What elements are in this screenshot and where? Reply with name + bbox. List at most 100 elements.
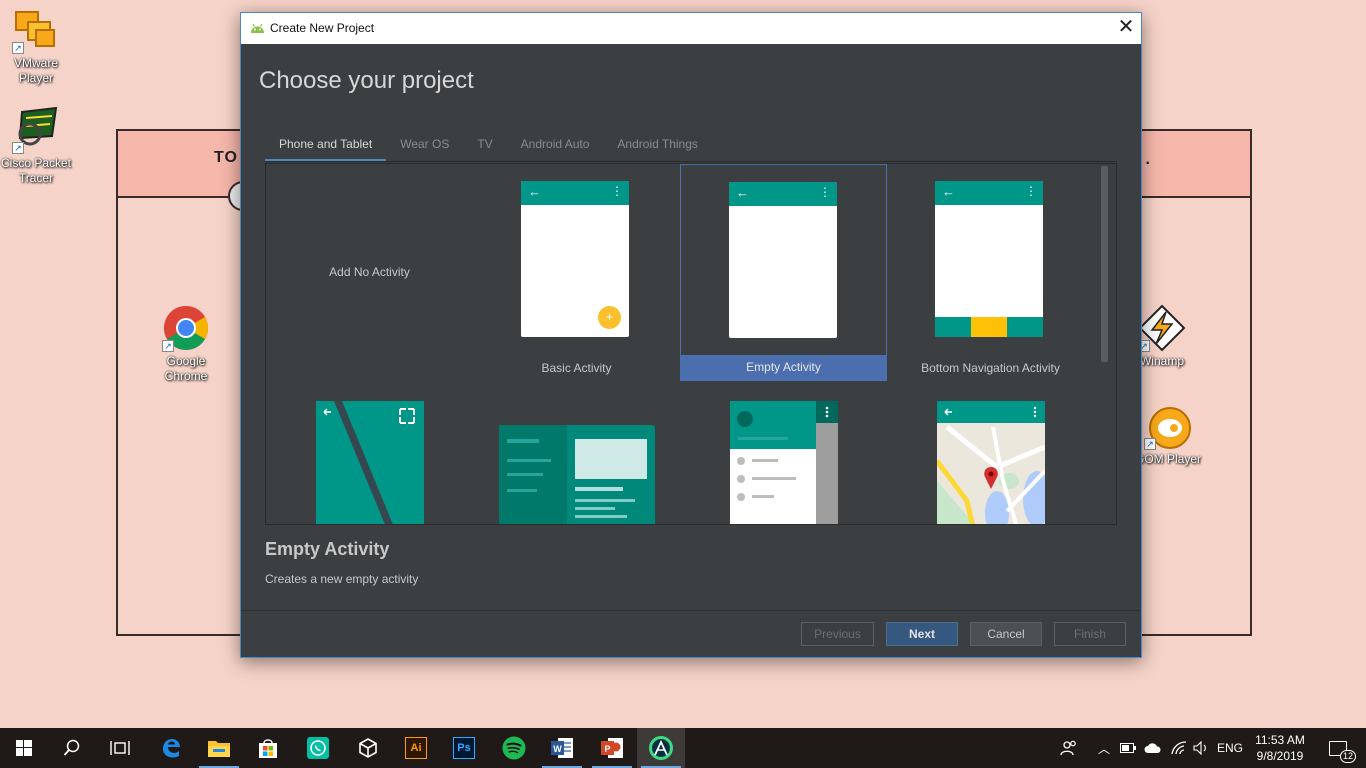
template-label: Empty Activity	[681, 355, 886, 380]
tab-tv[interactable]: TV	[463, 131, 506, 161]
desktop-icon-label: Cisco Packet Tracer	[0, 156, 72, 185]
notification-count-badge: 12	[1339, 749, 1356, 763]
tab-phone-and-tablet[interactable]: Phone and Tablet	[265, 131, 387, 161]
show-hidden-icons-button[interactable]: ︿	[1094, 728, 1114, 768]
template-fullscreen-activity[interactable]	[316, 401, 424, 524]
close-button[interactable]: ✕	[1111, 13, 1141, 44]
task-view-icon	[110, 741, 130, 755]
cancel-button[interactable]: Cancel	[970, 622, 1042, 646]
input-language-button[interactable]: ENG	[1214, 728, 1246, 768]
svg-text:P: P	[604, 744, 610, 754]
taskbar-illustrator[interactable]: Ai	[392, 728, 440, 768]
taskbar-whatsapp[interactable]	[294, 728, 342, 768]
taskbar-word[interactable]: W	[538, 728, 586, 768]
selected-template-description: Creates a new empty activity	[265, 572, 419, 586]
template-gallery: Add No Activity ← ⋮ + Basic Activity ← ⋮ E…	[265, 163, 1117, 525]
tab-wear-os[interactable]: Wear OS	[386, 131, 463, 161]
template-empty-activity[interactable]: ← ⋮ Empty Activity	[680, 164, 887, 381]
winamp-icon: ↗	[1138, 304, 1186, 352]
overflow-menu-icon: ⋮	[819, 185, 831, 199]
action-center-button[interactable]: 12	[1318, 728, 1358, 768]
overflow-menu-icon: ⋮	[1025, 184, 1037, 198]
bottom-navigation-preview: ← ⋮	[935, 181, 1043, 337]
taskbar-powerpoint[interactable]: P	[588, 728, 636, 768]
taskbar-edge[interactable]	[147, 728, 195, 768]
desktop-icon-chrome[interactable]: ↗ Google Chrome	[146, 304, 226, 384]
tabs-divider	[265, 161, 1117, 162]
overflow-menu-icon: ⋮	[611, 184, 623, 198]
next-button[interactable]: Next	[886, 622, 958, 646]
selected-template-title: Empty Activity	[265, 539, 390, 559]
template-bottom-navigation-activity[interactable]: ← ⋮ Bottom Navigation Activity	[887, 164, 1094, 381]
battery-icon	[1120, 743, 1136, 753]
powerpoint-icon: P	[601, 738, 623, 758]
clock-time: 11:53 AM	[1255, 733, 1305, 747]
vmware-icon: ↗	[12, 6, 60, 54]
fab-plus-icon: +	[598, 306, 621, 329]
tab-android-things[interactable]: Android Things	[603, 131, 712, 161]
packet-tracer-icon: ↗	[12, 106, 60, 154]
taskbar-clock[interactable]: 11:53 AM 9/8/2019	[1246, 732, 1314, 764]
close-icon: ✕	[1117, 16, 1135, 38]
wifi-button[interactable]	[1168, 728, 1190, 768]
fullscreen-activity-preview	[316, 401, 424, 524]
taskbar-unity[interactable]	[344, 728, 392, 768]
template-google-maps-activity[interactable]	[935, 401, 1051, 524]
task-view-button[interactable]	[96, 728, 144, 768]
onedrive-button[interactable]	[1142, 728, 1164, 768]
taskbar-android-studio[interactable]	[637, 728, 685, 768]
back-arrow-icon: ←	[528, 184, 541, 199]
windows-logo-icon	[16, 740, 32, 756]
taskbar-photoshop[interactable]: Ps	[440, 728, 488, 768]
android-studio-icon	[649, 736, 673, 760]
taskbar: Ai Ps W P ︿ ENG 11:53 AM 9/8/2019 12	[0, 728, 1366, 768]
speaker-icon	[1193, 741, 1206, 755]
android-icon	[250, 21, 265, 39]
edge-icon	[163, 739, 180, 758]
desktop-icon-vmware[interactable]: ↗ VMware Player	[0, 6, 76, 86]
chrome-icon: ↗	[162, 304, 210, 352]
desktop-icon-packet-tracer[interactable]: ↗ Cisco Packet Tracer	[0, 106, 76, 186]
gom-player-icon: ↗	[1144, 402, 1192, 450]
master-detail-preview	[499, 425, 655, 524]
taskbar-spotify[interactable]	[490, 728, 538, 768]
cloud-icon	[1144, 742, 1161, 753]
whatsapp-icon	[307, 737, 329, 759]
taskbar-file-explorer[interactable]	[195, 728, 243, 768]
search-button[interactable]	[48, 728, 96, 768]
template-navigation-drawer-activity[interactable]	[730, 401, 838, 524]
navigation-drawer-preview	[730, 401, 838, 524]
template-label: Add No Activity	[329, 264, 410, 279]
page-heading: Choose your project	[259, 67, 474, 94]
volume-button[interactable]	[1190, 728, 1212, 768]
previous-button[interactable]: Previous	[801, 622, 874, 646]
clock-date: 9/8/2019	[1256, 749, 1304, 763]
battery-button[interactable]	[1118, 728, 1138, 768]
people-button[interactable]	[1056, 728, 1082, 768]
taskbar-store[interactable]	[244, 728, 292, 768]
unity-icon	[359, 738, 377, 758]
template-master-detail-flow[interactable]	[499, 425, 655, 524]
notifications-icon: 12	[1329, 740, 1356, 763]
template-basic-activity[interactable]: ← ⋮ + Basic Activity	[473, 164, 680, 381]
google-maps-preview	[935, 401, 1051, 524]
start-button[interactable]	[0, 728, 48, 768]
wifi-icon	[1171, 741, 1187, 755]
people-icon	[1060, 740, 1076, 756]
search-icon	[63, 739, 80, 756]
back-arrow-icon: ←	[736, 185, 749, 200]
store-icon	[259, 739, 277, 758]
basic-activity-preview: ← ⋮ +	[521, 181, 629, 337]
spotify-icon	[502, 736, 526, 760]
desktop-icon-label: VMware Player	[13, 56, 58, 85]
template-add-no-activity[interactable]: Add No Activity	[266, 164, 473, 381]
form-factor-tabs: Phone and Tablet Wear OS TV Android Auto…	[265, 131, 712, 161]
dialog-titlebar[interactable]: Create New Project ✕	[241, 13, 1141, 44]
illustrator-icon: Ai	[405, 737, 427, 759]
gallery-scrollbar[interactable]	[1101, 166, 1108, 362]
folder-icon	[208, 741, 230, 757]
finish-button[interactable]: Finish	[1054, 622, 1126, 646]
background-header-dot: .	[1145, 151, 1150, 168]
tab-android-auto[interactable]: Android Auto	[507, 131, 604, 161]
photoshop-icon: Ps	[453, 737, 475, 759]
